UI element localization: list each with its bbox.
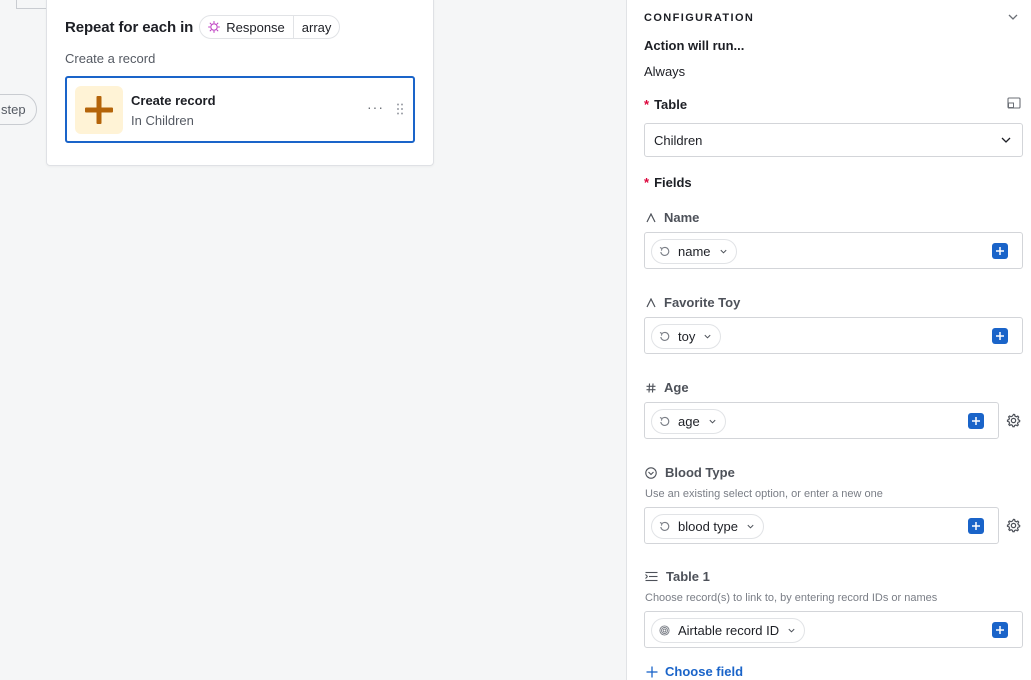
text-icon bbox=[646, 297, 656, 307]
section-title: CONFIGURATION bbox=[644, 12, 755, 24]
insert-token-button[interactable] bbox=[968, 413, 984, 429]
plus-icon bbox=[972, 522, 980, 530]
token-source: Response bbox=[200, 16, 293, 38]
repeat-title: Repeat for each in bbox=[65, 18, 194, 36]
create-record-action-card[interactable]: Create record In Children ··· bbox=[65, 76, 415, 143]
plus-icon bbox=[75, 86, 123, 134]
fields-label-text: Fields bbox=[654, 175, 692, 190]
token-pill-label: toy bbox=[678, 329, 696, 344]
token-pill[interactable]: toy bbox=[651, 324, 722, 349]
plus-icon bbox=[646, 666, 658, 677]
choose-field-button[interactable]: Choose field bbox=[646, 664, 743, 679]
token-type-label: array bbox=[301, 19, 332, 35]
field-label-text: Blood Type bbox=[665, 465, 735, 480]
loop-icon bbox=[659, 416, 670, 426]
field-input-age[interactable]: age bbox=[644, 402, 999, 439]
plus-icon bbox=[996, 247, 1004, 255]
token-pill-label: Airtable record ID bbox=[678, 623, 780, 638]
collapse-chevron-icon[interactable] bbox=[1007, 11, 1019, 23]
action-title: Create record bbox=[131, 93, 216, 108]
more-options-icon[interactable]: ··· bbox=[367, 99, 384, 115]
token-pill-label: name bbox=[678, 244, 711, 259]
choose-field-label: Choose field bbox=[665, 664, 744, 679]
loop-icon bbox=[659, 521, 670, 531]
loop-icon bbox=[659, 246, 670, 256]
field-label-text: Name bbox=[664, 210, 700, 225]
field-input-blood-type[interactable]: blood type bbox=[644, 507, 999, 544]
token-pill[interactable]: name bbox=[651, 239, 737, 264]
plus-icon bbox=[996, 332, 1004, 340]
field-hint: Use an existing select option, or enter … bbox=[645, 488, 883, 500]
token-type: array bbox=[292, 16, 340, 38]
required-marker: * bbox=[644, 175, 650, 190]
insert-token-button[interactable] bbox=[992, 328, 1008, 344]
token-pill-label: age bbox=[678, 414, 700, 429]
insert-token-button[interactable] bbox=[968, 518, 984, 534]
plus-icon bbox=[996, 626, 1004, 634]
field-label-text: Favorite Toy bbox=[664, 295, 741, 310]
configuration-panel: CONFIGURATION Action will run... Always … bbox=[626, 0, 1031, 680]
field-label-age: Age bbox=[646, 380, 689, 395]
list-source-token[interactable]: Response array bbox=[199, 15, 341, 39]
field-hint: Choose record(s) to link to, by entering… bbox=[645, 592, 938, 604]
run-condition-value[interactable]: Always bbox=[644, 64, 685, 79]
add-step-label: step bbox=[1, 102, 26, 117]
field-input-name[interactable]: name bbox=[644, 232, 1023, 269]
token-pill[interactable]: Airtable record ID bbox=[651, 618, 806, 643]
token-pill[interactable]: age bbox=[651, 409, 726, 434]
table-select-value: Children bbox=[654, 132, 703, 148]
action-subtitle: In Children bbox=[131, 113, 194, 128]
field-label-table-1: Table 1 bbox=[645, 569, 710, 584]
chevron-down-icon bbox=[719, 249, 727, 254]
open-table-icon[interactable] bbox=[1007, 97, 1021, 109]
gear-icon[interactable] bbox=[1006, 413, 1021, 428]
field-label-name: Name bbox=[646, 210, 699, 225]
number-icon bbox=[646, 382, 656, 393]
field-label-text: Age bbox=[664, 380, 689, 395]
chevron-down-icon bbox=[704, 334, 711, 339]
connector-line bbox=[16, 0, 17, 8]
chevron-down-icon bbox=[1001, 137, 1011, 143]
chevron-down-icon bbox=[788, 628, 795, 633]
gear-icon[interactable] bbox=[1006, 518, 1021, 533]
text-icon bbox=[646, 212, 656, 222]
required-marker: * bbox=[644, 97, 650, 112]
field-label-favorite-toy: Favorite Toy bbox=[646, 295, 740, 310]
field-input-favorite-toy[interactable]: toy bbox=[644, 317, 1023, 354]
chevron-down-icon bbox=[709, 419, 716, 424]
field-input-table-1[interactable]: Airtable record ID bbox=[644, 611, 1023, 648]
table-label-text: Table bbox=[654, 97, 688, 112]
field-label-text: Table 1 bbox=[666, 569, 710, 584]
field-label-blood-type: Blood Type bbox=[645, 465, 735, 480]
insert-token-button[interactable] bbox=[992, 622, 1008, 638]
token-source-label: Response bbox=[226, 19, 285, 35]
linked-record-icon bbox=[645, 571, 658, 582]
plus-icon bbox=[972, 417, 980, 425]
drag-handle-icon[interactable] bbox=[396, 103, 404, 115]
fields-label: * Fields bbox=[644, 175, 692, 190]
table-label: * Table bbox=[644, 97, 687, 112]
token-pill-label: blood type bbox=[678, 519, 738, 534]
chevron-down-icon bbox=[747, 524, 754, 529]
repeat-group-card[interactable]: Repeat for each in Response array Create… bbox=[46, 0, 434, 166]
repeat-subtitle: Create a record bbox=[65, 51, 156, 66]
loop-icon bbox=[659, 331, 670, 341]
single-select-icon bbox=[645, 466, 657, 479]
webhook-sun-icon bbox=[208, 21, 221, 33]
repeat-header: Repeat for each in Response array bbox=[65, 15, 341, 39]
token-pill[interactable]: blood type bbox=[651, 514, 764, 539]
workflow-canvas[interactable]: step Repeat for each in Response array C… bbox=[0, 0, 626, 680]
connector-line bbox=[16, 8, 46, 9]
add-step-button[interactable]: step bbox=[0, 94, 37, 125]
fingerprint-icon bbox=[659, 625, 670, 636]
insert-token-button[interactable] bbox=[992, 243, 1008, 259]
run-condition-label: Action will run... bbox=[644, 38, 745, 53]
table-select[interactable]: Children bbox=[644, 123, 1023, 157]
